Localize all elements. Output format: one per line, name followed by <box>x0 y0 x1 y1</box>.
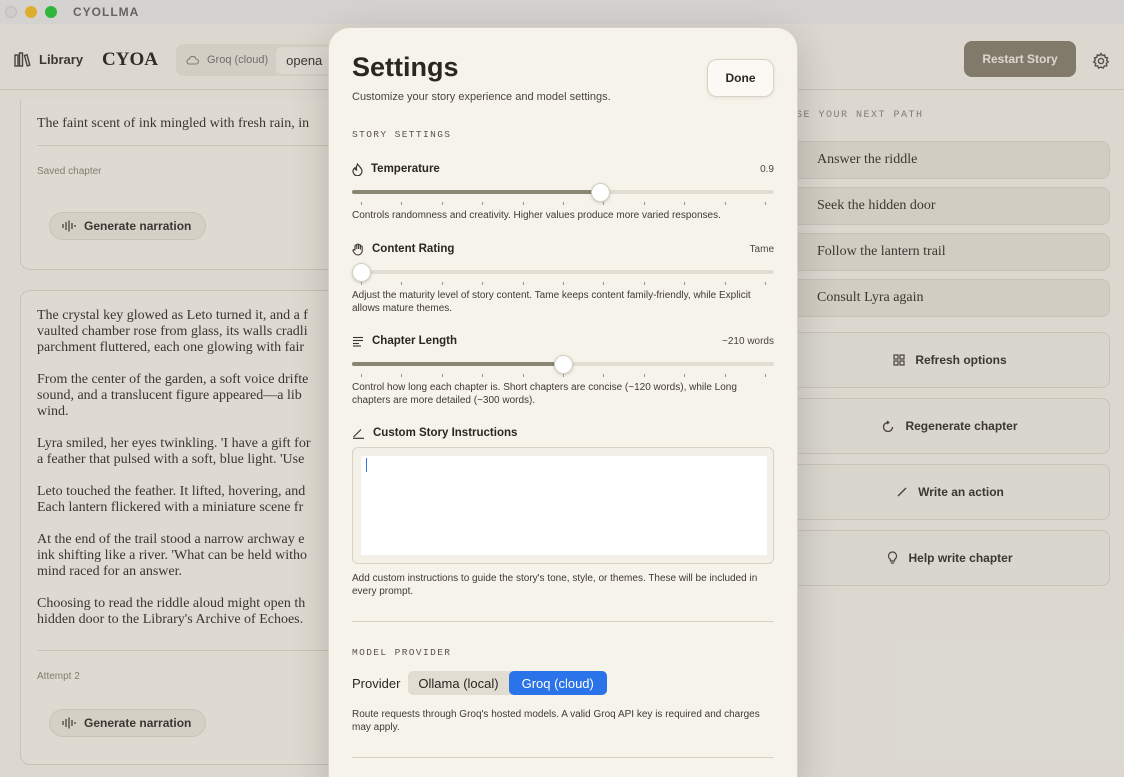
custom-instructions-box <box>352 447 774 564</box>
provider-option-groq[interactable]: Groq (cloud) <box>508 671 607 695</box>
hand-icon <box>352 243 363 256</box>
done-button[interactable]: Done <box>707 59 774 97</box>
slider-thumb[interactable] <box>553 355 573 374</box>
provider-label: Provider <box>352 675 401 691</box>
content-rating-value: Tame <box>749 243 774 255</box>
custom-instructions-input[interactable] <box>361 456 767 555</box>
custom-instructions-label: Custom Story Instructions <box>373 427 518 439</box>
content-rating-slider[interactable] <box>352 261 774 285</box>
provider-option-ollama[interactable]: Ollama (local) <box>408 671 508 695</box>
settings-title: Settings <box>352 52 459 82</box>
content-rating-setting: Content Rating Tame Adjust the maturity … <box>352 241 774 315</box>
settings-modal: Settings Customize your story experience… <box>328 27 798 777</box>
temperature-setting: Temperature 0.9 Controls randomness and … <box>352 161 774 222</box>
chapter-length-description: Control how long each chapter is. Short … <box>352 382 737 406</box>
temperature-slider[interactable] <box>352 181 774 205</box>
provider-segmented-control: Ollama (local) Groq (cloud) <box>408 671 607 695</box>
chapter-length-setting: Chapter Length ~210 words Control how lo… <box>352 333 774 407</box>
settings-subtitle: Customize your story experience and mode… <box>352 91 611 103</box>
text-lines-icon <box>353 336 363 347</box>
story-settings-heading: STORY SETTINGS <box>352 129 452 140</box>
section-divider <box>352 621 774 622</box>
chapter-length-slider[interactable] <box>352 353 774 377</box>
text-caret <box>366 458 367 472</box>
chapter-length-value: ~210 words <box>722 335 774 347</box>
section-divider <box>352 757 774 758</box>
provider-row: Provider Ollama (local) Groq (cloud) <box>352 671 607 695</box>
provider-note: Route requests through Groq's hosted mod… <box>352 709 760 733</box>
temperature-label: Temperature <box>371 163 440 175</box>
custom-instructions-help: Add custom instructions to guide the sto… <box>352 572 774 598</box>
custom-instructions-setting: Custom Story Instructions <box>352 425 774 441</box>
temperature-description: Controls randomness and creativity. High… <box>352 210 721 221</box>
temperature-value: 0.9 <box>760 163 774 175</box>
chapter-length-label: Chapter Length <box>372 335 457 347</box>
content-rating-label: Content Rating <box>372 243 455 255</box>
content-rating-description: Adjust the maturity level of story conte… <box>352 290 751 314</box>
pencil-icon <box>353 429 364 439</box>
flame-icon <box>352 162 363 176</box>
slider-thumb[interactable] <box>352 263 371 282</box>
model-provider-heading: MODEL PROVIDER <box>352 647 452 658</box>
slider-thumb[interactable] <box>591 183 611 202</box>
custom-instructions-description: Add custom instructions to guide the sto… <box>352 573 758 597</box>
